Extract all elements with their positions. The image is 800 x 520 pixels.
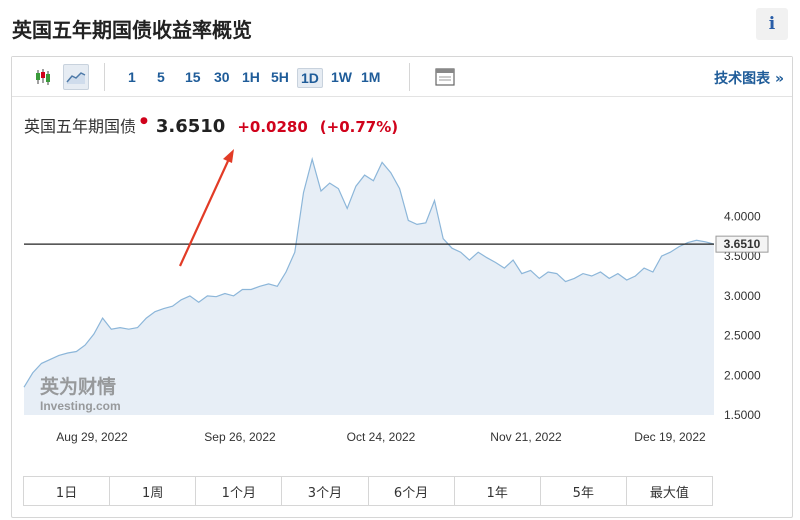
info-button[interactable]: i xyxy=(756,8,788,40)
range-3m[interactable]: 3个月 xyxy=(282,477,369,505)
range-5y[interactable]: 5年 xyxy=(541,477,627,505)
range-1y[interactable]: 1年 xyxy=(455,477,541,505)
page-title: 英国五年期国债收益率概览 xyxy=(12,18,252,42)
yield-chart[interactable]: 1.50002.00002.50003.00003.50004.0000 英为财… xyxy=(12,57,792,475)
x-tick-label: Aug 29, 2022 xyxy=(56,430,128,444)
x-tick-label: Sep 26, 2022 xyxy=(204,430,276,444)
info-icon: i xyxy=(768,14,776,34)
last-price-tag: 3.6510 xyxy=(715,235,769,253)
watermark-en: Investing.com xyxy=(40,399,121,413)
last-price-label: 3.6510 xyxy=(724,237,761,251)
investing-watermark: 英为财情 Investing.com xyxy=(40,375,121,413)
y-tick-label: 3.0000 xyxy=(724,289,761,303)
x-tick-label: Nov 21, 2022 xyxy=(490,430,562,444)
range-max[interactable]: 最大值 xyxy=(627,477,712,505)
trend-arrow-shaft xyxy=(178,160,230,267)
x-tick-label: Dec 19, 2022 xyxy=(634,430,706,444)
y-tick-label: 4.0000 xyxy=(724,209,761,223)
y-tick-label: 2.5000 xyxy=(724,329,761,343)
trend-arrow-head xyxy=(223,149,234,163)
range-1d[interactable]: 1日 xyxy=(24,477,111,505)
watermark-cn: 英为财情 xyxy=(40,375,116,398)
y-tick-label: 2.0000 xyxy=(724,368,761,382)
x-tick-label: Oct 24, 2022 xyxy=(347,430,416,444)
chart-area-fill xyxy=(24,159,714,415)
range-selector: 1日 1周 1个月 3个月 6个月 1年 5年 最大值 xyxy=(23,476,713,506)
range-6m[interactable]: 6个月 xyxy=(369,477,455,505)
range-1w[interactable]: 1周 xyxy=(110,477,197,505)
range-1m[interactable]: 1个月 xyxy=(196,477,283,505)
y-tick-label: 1.5000 xyxy=(724,408,761,422)
chart-widget: 1 5 15 30 1H 5H 1D 1W 1M 技术图表 » 英国五年期国债 … xyxy=(11,56,793,518)
